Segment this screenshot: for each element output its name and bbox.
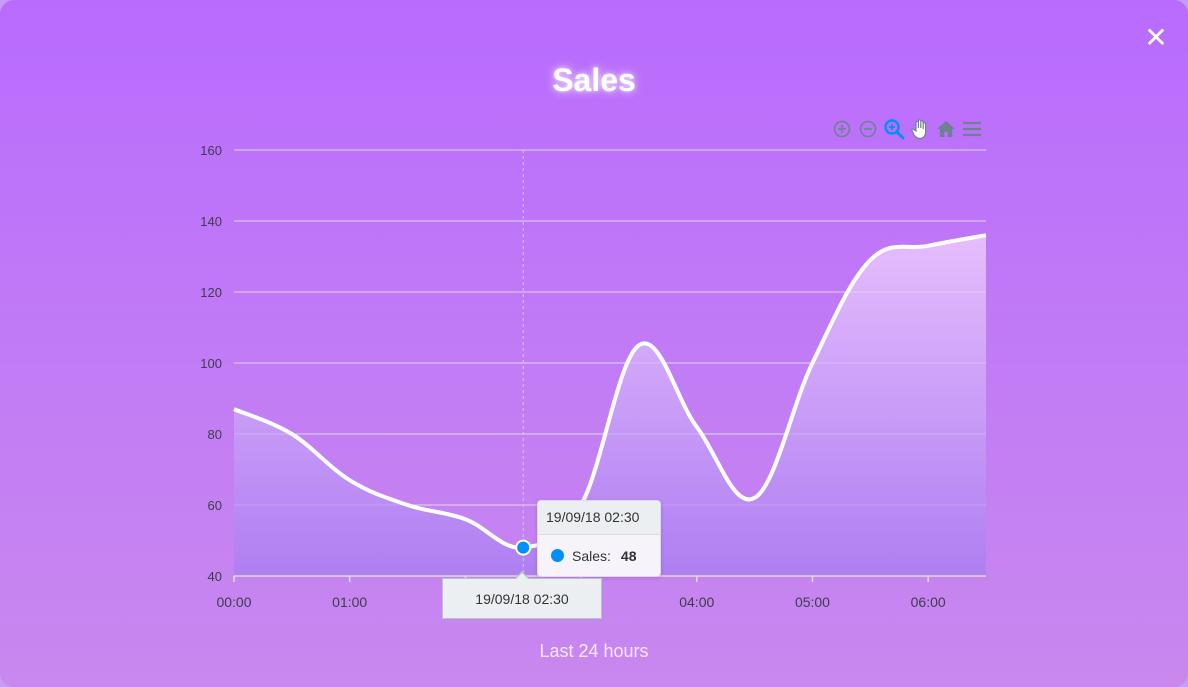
y-tick-label: 120 xyxy=(200,285,222,300)
chart-modal: ✕ Sales 40 60 80 100 120 140 160 00:00 01:00 04:0… xyxy=(0,0,1188,687)
y-tick-label: 40 xyxy=(208,569,222,584)
menu-icon[interactable] xyxy=(960,117,984,141)
zoom-select-icon[interactable] xyxy=(882,117,906,141)
tooltip-body: Sales: 48 xyxy=(538,535,660,576)
series-marker-icon xyxy=(551,549,564,562)
x-tooltip-arrow-inner xyxy=(516,573,528,579)
y-tick-label: 80 xyxy=(208,427,222,442)
tooltip-title: 19/09/18 02:30 xyxy=(538,501,660,535)
x-tick-label: 04:00 xyxy=(679,594,714,610)
pan-icon[interactable] xyxy=(908,117,932,141)
x-tick-label: 05:00 xyxy=(795,594,830,610)
x-tick-label: 06:00 xyxy=(911,594,946,610)
zoom-in-icon[interactable] xyxy=(830,117,854,141)
zoom-out-icon[interactable] xyxy=(856,117,880,141)
data-tooltip: 19/09/18 02:30 Sales: 48 xyxy=(537,500,661,577)
y-tick-label: 160 xyxy=(200,143,222,158)
x-tick-label: 00:00 xyxy=(216,594,251,610)
y-tick-label: 140 xyxy=(200,214,222,229)
chart-toolbar xyxy=(830,117,986,141)
y-tick-label: 100 xyxy=(200,356,222,371)
x-tick-label: 01:00 xyxy=(332,594,367,610)
tooltip-value: 48 xyxy=(620,547,637,564)
x-axis-tooltip: 19/09/18 02:30 xyxy=(442,578,602,619)
chart-subtitle: Last 24 hours xyxy=(539,641,649,661)
reset-home-icon[interactable] xyxy=(934,117,958,141)
tooltip-series-label: Sales: xyxy=(572,547,611,564)
highlighted-point-marker xyxy=(515,539,532,556)
y-tick-label: 60 xyxy=(208,498,222,513)
